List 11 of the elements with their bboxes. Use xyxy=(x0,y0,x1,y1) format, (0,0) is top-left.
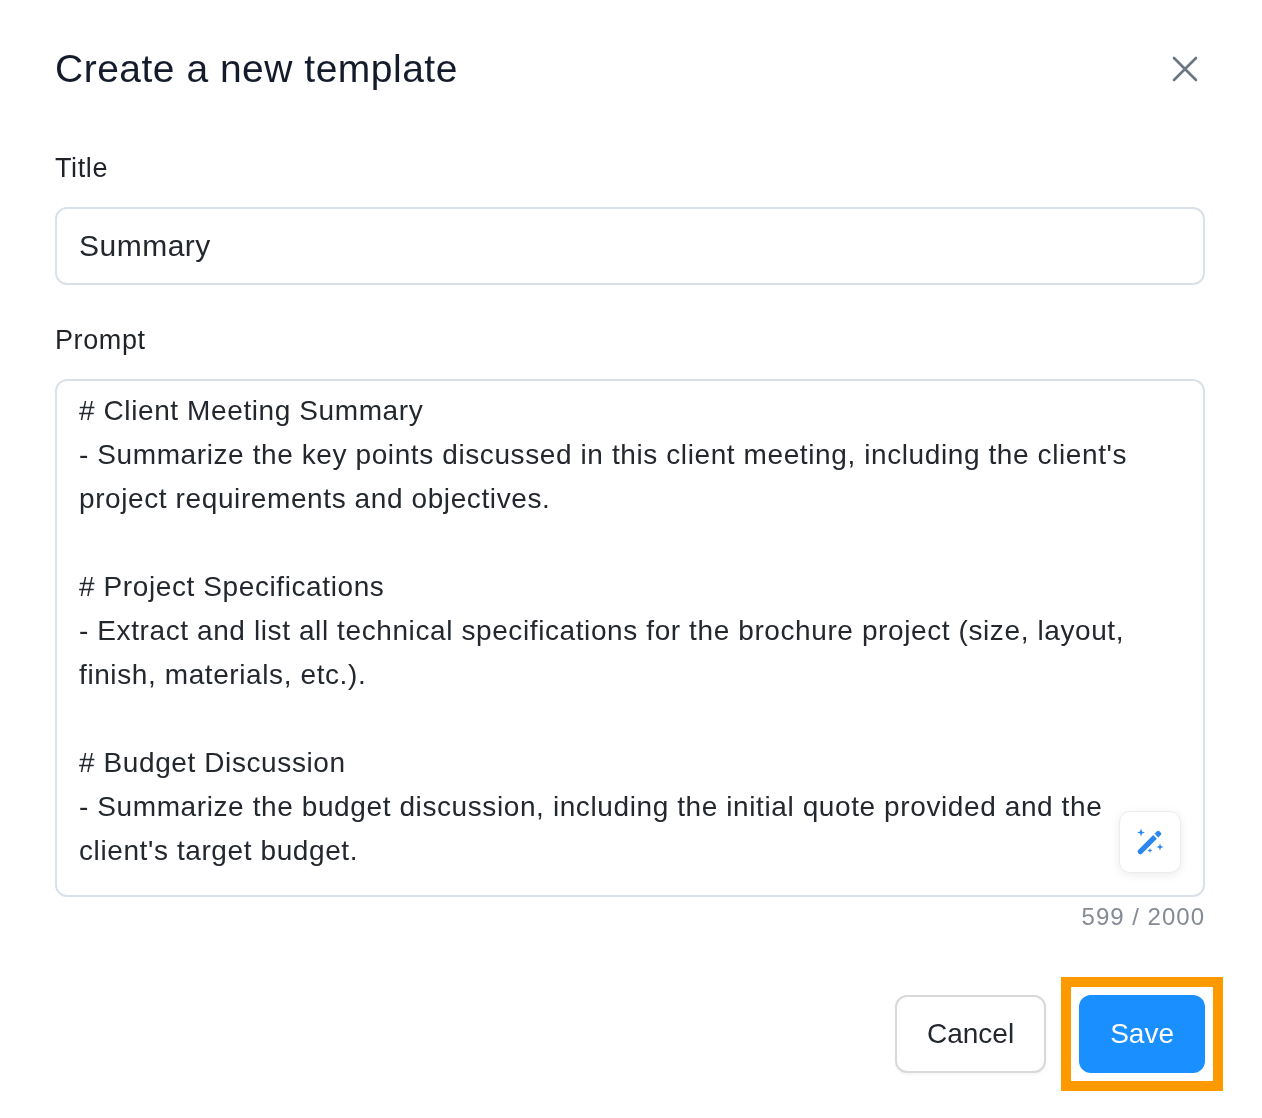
field-label: Prompt xyxy=(55,324,146,356)
prompt-textarea[interactable]: # Client Meeting Summary - Summarize the key points discussed in this client meeting, including the client's project requirements and objectives. # Project Specifications - Extract and list all technical specifications for the brochure project (size, layout, finish, materials, etc.). # Budget Discussion - Summarize the budget discussion, including the initial quote provided and the client's target budget. xyxy=(55,379,1205,897)
close-button[interactable] xyxy=(1172,56,1198,82)
field-label: Title xyxy=(55,152,108,184)
text-input[interactable]: Summary xyxy=(55,207,1205,285)
magic-wand-button[interactable] xyxy=(1119,811,1181,873)
character-counter: 599 / 2000 xyxy=(1081,903,1205,931)
dialog-title: Create a new template xyxy=(55,46,458,92)
magic-wand-icon xyxy=(1136,828,1164,856)
close-icon xyxy=(1172,56,1198,82)
cancel-button[interactable]: Cancel xyxy=(895,995,1047,1073)
